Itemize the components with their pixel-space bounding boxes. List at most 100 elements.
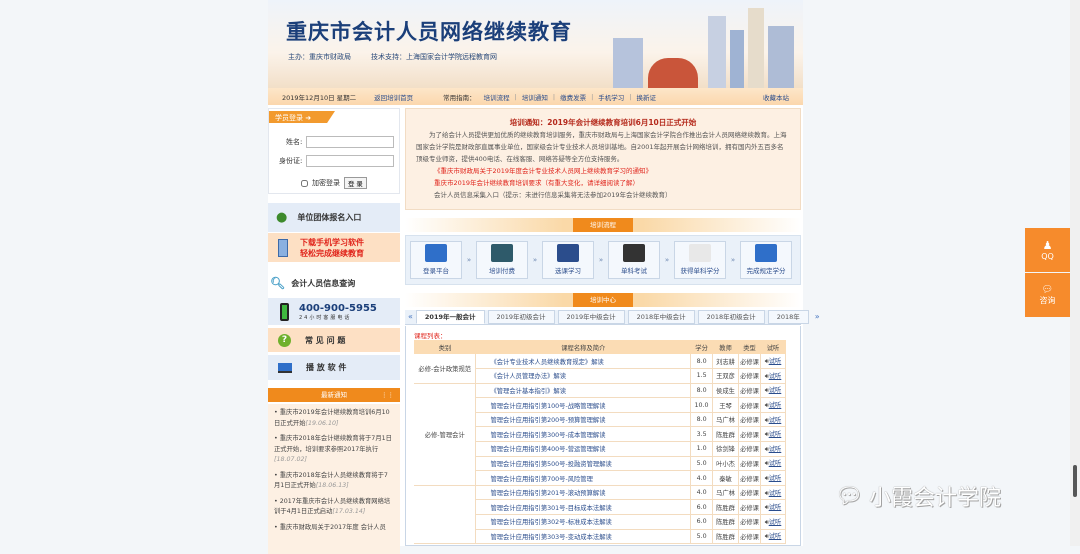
encrypt-checkbox[interactable] <box>301 179 308 187</box>
listen-link[interactable]: 试听 <box>769 475 782 482</box>
tab-next-button[interactable]: » <box>812 310 823 324</box>
listen-link[interactable]: 试听 <box>769 431 782 438</box>
course-tab[interactable]: 2018年中级会计 <box>627 310 695 324</box>
notice-title: 培训通知：2019年会计继续教育培训6月10日正式开始 <box>509 118 697 127</box>
listen-link[interactable]: 试听 <box>769 504 782 511</box>
course-name[interactable]: 管理会计应用指引第303号-变动成本法解读 <box>475 529 692 545</box>
course-name[interactable]: 管理会计应用指引第200号-预算管理解读 <box>475 412 692 428</box>
process-step[interactable]: 完成规定学分 <box>740 241 792 279</box>
news-item[interactable]: • 2017年重庆市会计人员继续教育网络培训于4月1日正式启动[17.03.14… <box>274 497 394 518</box>
nav-link-mobile[interactable]: 手机学习 <box>598 92 624 102</box>
news-text[interactable]: 重庆市财政局关于2017年度 会计人员 <box>280 524 386 531</box>
category-cell: 必修-管理会计 <box>414 383 477 486</box>
encrypt-label: 加密登录 <box>312 179 340 187</box>
process-step[interactable]: 选课学习 <box>542 241 594 279</box>
listen-link[interactable]: 试听 <box>769 519 782 526</box>
qq-button[interactable]: ♟ QQ <box>1025 228 1070 272</box>
notice-link-requirements[interactable]: 重庆市2019年会计继续教育培训要求（有重大变化，请详细阅读了解） <box>416 177 790 189</box>
course-name[interactable]: 管理会计应用指引第500号-投融资管理解读 <box>475 456 692 472</box>
listen-link[interactable]: 试听 <box>769 387 782 394</box>
download-app-banner[interactable]: 下载手机学习软件 轻松完成继续教育 <box>268 233 400 262</box>
step-label: 选课学习 <box>555 267 581 275</box>
teacher-cell: 秦敏 <box>712 470 740 486</box>
listen-cell: 🔊︎试听 <box>760 412 786 428</box>
type-cell: 必修课 <box>738 397 761 413</box>
news-item[interactable]: • 重庆市2018年会计继续教育将于7月1日正式开始，培训要求参照2017年执行… <box>274 434 394 466</box>
type-cell: 必修课 <box>738 499 761 516</box>
course-tab[interactable]: 2019年中级会计 <box>557 310 625 324</box>
course-name[interactable]: 《管理会计基本指引》解读 <box>475 383 692 399</box>
phone-app-icon <box>278 238 288 257</box>
player-button[interactable]: 播 放 软 件 <box>268 355 400 380</box>
nav-link-invoice[interactable]: 缴费发票 <box>560 92 586 102</box>
process-step[interactable]: 获得单科学分 <box>674 241 726 279</box>
news-text[interactable]: 重庆市2018年会计继续教育将于7月1日正式开始，培训要求参照2017年执行 <box>274 435 392 453</box>
name-input[interactable] <box>306 136 395 148</box>
listen-cell: 🔊︎试听 <box>760 441 786 457</box>
support-text: 技术支持：上海国家会计学院远程教育网 <box>371 53 497 61</box>
type-cell: 必修课 <box>738 354 761 370</box>
news-item[interactable]: • 重庆市2019年会计继续教育培训6月10日正式开始[19.06.10] <box>274 408 394 429</box>
info-query-button[interactable]: 🔍︎ 会计人员信息查询 <box>268 270 400 296</box>
course-name[interactable]: 管理会计应用指引第302号-标准成本法解读 <box>475 514 692 530</box>
scrollbar-thumb[interactable] <box>1073 465 1077 497</box>
listen-link[interactable]: 试听 <box>769 446 782 453</box>
teacher-cell: 陈胜群 <box>712 514 740 530</box>
type-cell: 必修课 <box>738 529 761 545</box>
guide-label: 常用指南： <box>443 93 476 102</box>
course-name[interactable]: 管理会计应用指引第400号-营运管理解读 <box>475 441 692 457</box>
course-name[interactable]: 管理会计应用指引第300号-成本管理解读 <box>475 426 692 443</box>
table-row: 管理会计应用指引第201号-滚动预算解读 4.0 马广林 必修课 🔊︎试听 <box>414 485 786 545</box>
process-step[interactable]: 登录平台 <box>410 241 462 279</box>
listen-link[interactable]: 试听 <box>769 490 782 497</box>
column-header: 教师 <box>712 340 739 354</box>
course-name[interactable]: 《会计人员管理办法》解读 <box>475 368 692 384</box>
course-name[interactable]: 管理会计应用指引第201号-滚动预算解读 <box>475 485 692 501</box>
home-link[interactable]: 返回培训首页 <box>374 92 413 102</box>
course-name[interactable]: 管理会计应用指引第301号-目标成本法解读 <box>475 499 692 516</box>
course-tabs: «2019年一般会计 2019年初级会计 2019年中级会计 2018年中级会计 201… <box>405 310 820 325</box>
consult-button[interactable]: 💬︎ 咨询 <box>1025 273 1070 317</box>
news-date: [17.03.14] <box>332 508 366 515</box>
course-tab[interactable]: 2018年 <box>767 310 809 324</box>
tab-prev-button[interactable]: « <box>405 310 416 324</box>
group-signup-button[interactable]: ● 单位团体报名入口 <box>268 203 400 232</box>
course-tab[interactable]: 2019年一般会计 <box>415 310 485 324</box>
notice-link-policy[interactable]: 《重庆市财政局关于2019年度会计专业技术人员网上继续教育学习的通知》 <box>416 165 790 177</box>
news-item[interactable]: • 重庆市2018年会计人员继续教育将于7月1日正式开始[18.06.13] <box>274 471 394 492</box>
listen-link[interactable]: 试听 <box>769 460 782 467</box>
notice-link-info-collection[interactable]: 会计人员信息采集入口（提示：未进行信息采集将无法参加2019年会计继续教育） <box>416 189 790 201</box>
nav-link-notice[interactable]: 培训通知 <box>522 92 548 102</box>
course-name[interactable]: 管理会计应用指引第100号-战略管理解读 <box>475 397 692 413</box>
news-item[interactable]: • 重庆市财政局关于2017年度 会计人员 <box>274 523 394 534</box>
grid-icon[interactable]: ⋮⋮ <box>381 388 394 402</box>
course-name[interactable]: 《会计专业技术人员继续教育规定》解读 <box>475 354 692 370</box>
nav-link-renew[interactable]: 换新证 <box>636 92 656 102</box>
login-button[interactable]: 登 录 <box>344 177 367 189</box>
faq-button[interactable]: ? 常 见 问 题 <box>268 328 400 352</box>
download-line2: 轻松完成继续教育 <box>300 248 364 258</box>
nav-link-process[interactable]: 培训流程 <box>484 92 510 102</box>
host-text: 主办：重庆市财政局 <box>288 53 351 61</box>
scrollbar[interactable] <box>1070 0 1080 546</box>
type-cell: 必修课 <box>738 412 761 428</box>
center-title: 培训中心 <box>573 293 633 307</box>
listen-link[interactable]: 试听 <box>769 402 782 409</box>
listen-link[interactable]: 试听 <box>769 533 782 540</box>
teacher-cell: 陈胜群 <box>712 499 740 516</box>
course-name[interactable]: 管理会计应用指引第700号-风险管理 <box>475 470 692 486</box>
bookmark-link[interactable]: 收藏本站 <box>763 92 789 102</box>
player-label: 播 放 软 件 <box>306 363 347 372</box>
news-title: 最新通知 <box>321 391 347 399</box>
course-tab[interactable]: 2019年初级会计 <box>487 310 555 324</box>
id-input[interactable] <box>306 155 395 167</box>
course-tab[interactable]: 2018年初级会计 <box>697 310 765 324</box>
process-step[interactable]: 培训付费 <box>476 241 528 279</box>
listen-link[interactable]: 试听 <box>769 417 782 424</box>
listen-link[interactable]: 试听 <box>769 358 782 365</box>
listen-link[interactable]: 试听 <box>769 373 782 380</box>
faq-label: 常 见 问 题 <box>305 335 346 345</box>
process-step[interactable]: 单科考试 <box>608 241 660 279</box>
notice-body: 为了给会计人员提供更加优质的继续教育培训服务，重庆市财政局与上海国家会计学院合作… <box>416 131 787 163</box>
center-header: 培训中心 <box>405 293 801 307</box>
